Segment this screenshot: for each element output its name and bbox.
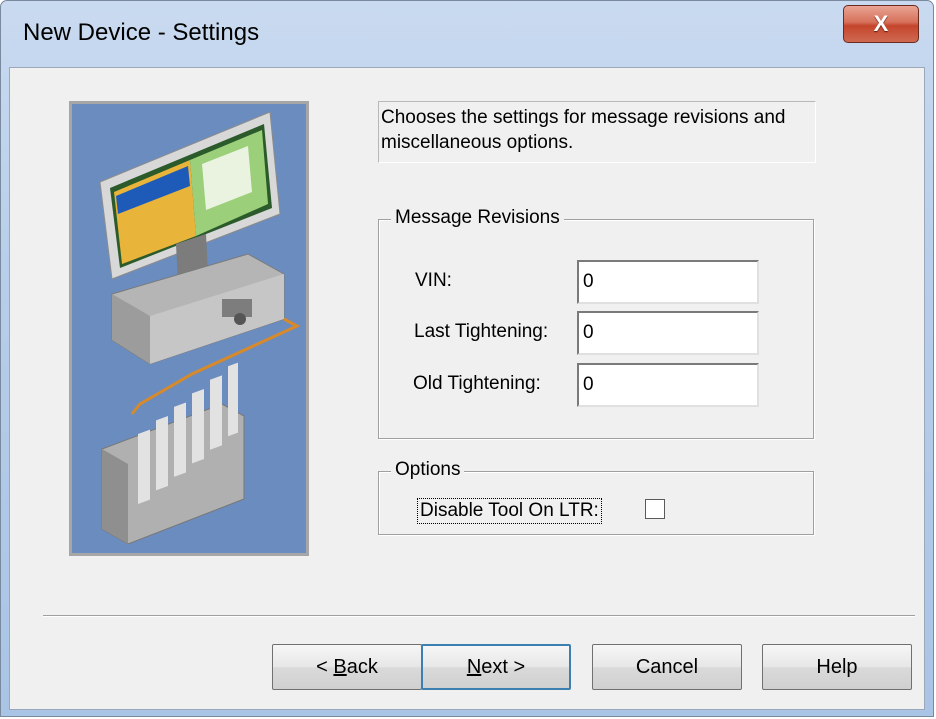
next-mnemonic: N (466, 655, 482, 678)
button-separator (43, 615, 915, 617)
dialog-window: New Device - Settings X Chooses the sett… (0, 0, 934, 717)
title-bar[interactable]: New Device - Settings X (1, 1, 933, 71)
cancel-button[interactable]: Cancel (592, 644, 742, 690)
options-legend: Options (391, 459, 465, 481)
dialog-client-area: Chooses the settings for message revisio… (9, 67, 925, 710)
disable-tool-on-ltr-label[interactable]: Disable Tool On LTR: (417, 498, 602, 524)
next-button[interactable]: Next > (421, 644, 571, 690)
message-revisions-legend: Message Revisions (391, 207, 564, 229)
back-mnemonic: B (333, 655, 347, 678)
back-rest: ack (346, 655, 378, 678)
description-text: Chooses the settings for message revisio… (378, 101, 816, 163)
vin-label: VIN: (415, 270, 452, 291)
cancel-label: Cancel (635, 655, 699, 678)
close-button[interactable]: X (843, 5, 919, 43)
disable-tool-on-ltr-checkbox[interactable] (645, 499, 665, 519)
last-tightening-label: Last Tightening: (414, 321, 549, 342)
window-title: New Device - Settings (23, 19, 260, 46)
message-revisions-group: Message Revisions VIN: Last Tightening: … (378, 207, 814, 439)
old-tightening-label: Old Tightening: (413, 373, 541, 394)
back-prefix: < (316, 655, 328, 678)
device-illustration (69, 101, 309, 556)
help-label: Help (816, 655, 858, 678)
computer-and-plc-illustration (72, 104, 306, 553)
vin-input[interactable] (577, 260, 759, 304)
last-tightening-input[interactable] (577, 311, 759, 355)
close-icon: X (873, 11, 889, 36)
back-button[interactable]: < Back (272, 644, 422, 690)
options-group: Options Disable Tool On LTR: (378, 459, 814, 535)
next-rest: ext > (481, 655, 526, 678)
help-button[interactable]: Help (762, 644, 912, 690)
old-tightening-input[interactable] (577, 363, 759, 407)
